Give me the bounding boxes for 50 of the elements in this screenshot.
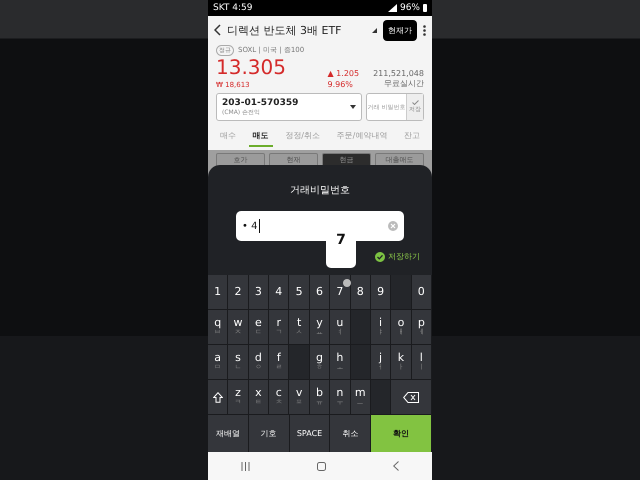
blank-key <box>391 275 412 310</box>
check-icon <box>412 100 418 105</box>
keyboard-key[interactable]: 2 <box>228 275 249 310</box>
back-icon <box>392 461 399 471</box>
recent-apps-icon <box>241 462 250 470</box>
carrier-time: SKT 4:59 <box>213 3 252 13</box>
dropdown-icon <box>350 105 356 109</box>
shift-icon <box>212 392 223 402</box>
sheet-title: 거래비밀번호 <box>290 184 350 197</box>
keyboard-key[interactable]: 9 <box>370 275 392 310</box>
keyboard-key[interactable]: 5 <box>289 275 310 310</box>
keyboard-key[interactable]: 7 <box>330 275 351 310</box>
keyboard-key[interactable]: 4 <box>269 275 290 310</box>
signal-icon <box>388 4 397 12</box>
stock-price: 13.305 <box>216 56 287 78</box>
field-value: • 4 <box>242 220 258 232</box>
keyboard-key[interactable]: 3 <box>248 275 270 310</box>
battery-level: 96% <box>400 3 420 13</box>
keyboard-key[interactable]: 6 <box>310 275 330 310</box>
realtime-label: 무료실시간 <box>383 78 424 89</box>
account-number: 203-01-570359 <box>222 98 300 108</box>
blank-key <box>370 380 392 415</box>
clear-icon <box>388 221 398 231</box>
order-tab[interactable]: 매도 <box>248 125 273 147</box>
confirm-button[interactable]: 확인 <box>371 415 432 452</box>
stock-title[interactable]: 디렉션 반도체 3배 ETF <box>227 22 366 38</box>
more-icon <box>423 24 426 36</box>
keyboard-key[interactable]: 0 <box>412 275 432 310</box>
trade-volume: 211,521,048 <box>373 69 424 78</box>
change-rate: 9.96% <box>327 80 354 89</box>
text-cursor <box>259 219 260 233</box>
keyboard-action-key[interactable]: 기호 <box>248 415 290 452</box>
home-icon <box>316 462 326 470</box>
keyboard-action-key[interactable]: SPACE <box>290 415 330 452</box>
backspace-icon <box>403 392 420 402</box>
back-icon <box>214 24 221 36</box>
backspace-key[interactable] <box>391 380 432 415</box>
keyboard-action-key[interactable]: 취소 <box>330 415 372 452</box>
keyboard-action-key[interactable]: 재배열 <box>208 415 249 452</box>
shift-key[interactable] <box>208 380 228 415</box>
save-option-label[interactable]: 저장하기 <box>388 251 420 262</box>
keyboard-key[interactable]: 1 <box>208 275 228 310</box>
keyboard-key[interactable]: 8 <box>350 275 371 310</box>
dropdown-icon <box>372 28 377 32</box>
blank-key <box>350 310 371 345</box>
blank-key <box>350 345 371 380</box>
blank-key <box>289 345 310 380</box>
battery-icon <box>423 4 427 12</box>
current-price-button[interactable]: 현재가 <box>383 20 417 40</box>
price-change: ▲ 1.205 <box>327 69 360 78</box>
